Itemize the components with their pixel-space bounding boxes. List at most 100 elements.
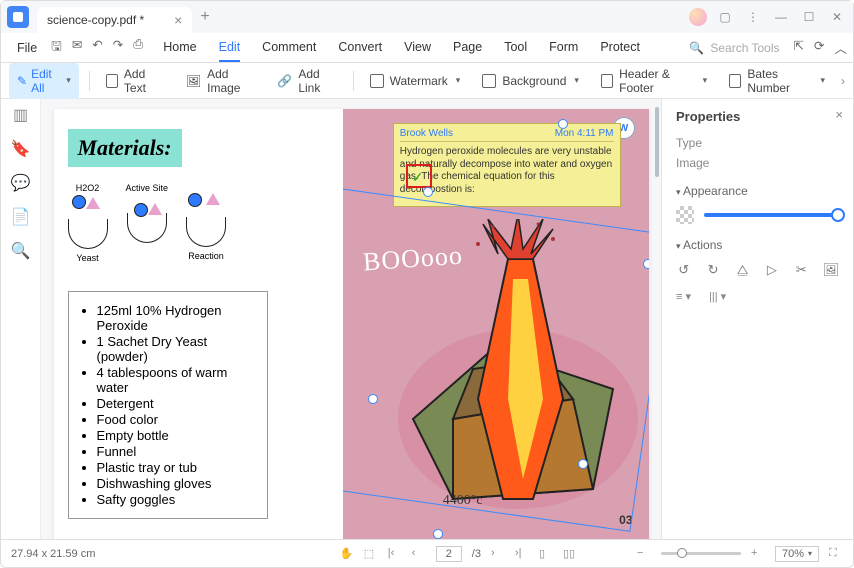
document-canvas[interactable]: ‹ Materials: H2O2 Yeast Active xyxy=(41,99,661,539)
page-right-column: W Brook Wells Mon 4:11 PM Hydrogen perox… xyxy=(343,109,649,539)
window-close-icon[interactable]: ✕ xyxy=(827,7,847,27)
add-image-button[interactable]: 🖼Add Image xyxy=(180,63,262,99)
zoom-thumb[interactable] xyxy=(677,548,687,558)
selection-handle[interactable] xyxy=(643,259,649,269)
share-icon[interactable]: ▢ xyxy=(715,7,735,27)
close-panel-icon[interactable]: × xyxy=(835,107,843,122)
page-left-column: Materials: H2O2 Yeast Active Site xyxy=(54,109,343,539)
assistant-orb-icon[interactable] xyxy=(689,8,707,26)
zoom-slider[interactable] xyxy=(661,552,741,555)
zoom-out-icon[interactable]: − xyxy=(637,547,651,561)
distribute-dropdown[interactable]: ||| ▾ xyxy=(709,290,726,303)
header-footer-button[interactable]: Header & Footer xyxy=(595,63,713,99)
rotate-left-icon[interactable]: ↺ xyxy=(676,262,691,278)
document-tab[interactable]: science-copy.pdf * × xyxy=(37,7,192,33)
search-tools[interactable]: 🔍 Search Tools xyxy=(689,41,779,55)
toolbar-more-icon[interactable]: › xyxy=(841,74,845,88)
selection-handle[interactable] xyxy=(433,529,443,539)
diagram-row: H2O2 Yeast Active Site xyxy=(68,183,329,263)
bates-icon xyxy=(729,74,741,88)
save-icon[interactable]: 🖫 xyxy=(51,37,62,58)
tab-page[interactable]: Page xyxy=(453,34,482,61)
tab-form[interactable]: Form xyxy=(549,34,578,61)
statusbar: 27.94 x 21.59 cm ✋ ⬚ |‹ ‹ 2 /3 › ›| ▯ ▯▯… xyxy=(1,539,853,567)
list-item: Plastic tray or tub xyxy=(97,460,253,475)
left-rail: ▥ 🔖 💬 📄 🔍 xyxy=(1,99,41,539)
list-item: 4 tablespoons of warm water xyxy=(97,365,253,395)
list-item: Safty goggles xyxy=(97,492,253,507)
bookmarks-icon[interactable]: 🔖 xyxy=(13,141,29,157)
window-minimize-icon[interactable]: — xyxy=(771,7,791,27)
page-input[interactable]: 2 xyxy=(436,546,462,562)
type-label: Type xyxy=(676,136,839,150)
crop-icon[interactable]: ✂ xyxy=(794,262,809,278)
type-value: Image xyxy=(676,156,839,170)
tab-protect[interactable]: Protect xyxy=(600,34,640,61)
image-selection-box[interactable] xyxy=(343,186,649,532)
kebab-menu-icon[interactable]: ⋮ xyxy=(743,7,763,27)
add-link-button[interactable]: 🔗Add Link xyxy=(271,63,342,99)
bates-number-button[interactable]: Bates Number xyxy=(723,63,831,99)
selection-handle[interactable] xyxy=(558,119,568,129)
tab-view[interactable]: View xyxy=(404,34,431,61)
tab-convert[interactable]: Convert xyxy=(338,34,382,61)
zoom-in-icon[interactable]: + xyxy=(751,547,765,561)
redo-icon[interactable]: ↷ xyxy=(113,37,123,58)
pdf-page: ‹ Materials: H2O2 Yeast Active xyxy=(54,109,649,539)
last-page-icon[interactable]: ›| xyxy=(515,547,529,561)
two-page-view-icon[interactable]: ▯▯ xyxy=(563,547,577,561)
hand-tool-icon[interactable]: ✋ xyxy=(340,547,354,561)
tab-comment[interactable]: Comment xyxy=(262,34,316,61)
thumbnails-icon[interactable]: ▥ xyxy=(13,107,29,123)
mail-icon[interactable]: ✉ xyxy=(72,37,82,58)
window-maximize-icon[interactable]: ☐ xyxy=(799,7,819,27)
cloud-icon[interactable]: ⟳ xyxy=(814,38,824,57)
select-tool-icon[interactable]: ⬚ xyxy=(364,547,378,561)
chevron-up-icon[interactable]: ︿ xyxy=(834,38,847,57)
new-tab-button[interactable]: + xyxy=(200,8,209,26)
appearance-section[interactable]: Appearance xyxy=(676,184,839,198)
open-external-icon[interactable]: ⇱ xyxy=(794,38,804,57)
prev-page-icon[interactable]: ‹ xyxy=(412,547,426,561)
attachments-icon[interactable]: 📄 xyxy=(13,209,29,225)
zoom-dropdown[interactable]: 70%▾ xyxy=(775,546,819,562)
selection-handle[interactable] xyxy=(368,394,378,404)
selection-handle[interactable] xyxy=(423,187,433,197)
tab-edit[interactable]: Edit xyxy=(219,34,241,62)
replace-image-icon[interactable]: 🖼 xyxy=(823,262,839,278)
titlebar: science-copy.pdf * × + ▢ ⋮ — ☐ ✕ xyxy=(1,1,853,33)
page-total: /3 xyxy=(472,548,481,560)
search-panel-icon[interactable]: 🔍 xyxy=(13,243,29,259)
watermark-button[interactable]: Watermark xyxy=(364,70,467,92)
selection-handle[interactable] xyxy=(578,459,588,469)
first-page-icon[interactable]: |‹ xyxy=(388,547,402,561)
note-time: Mon 4:11 PM xyxy=(555,128,614,139)
slider-thumb[interactable] xyxy=(831,208,845,222)
opacity-icon xyxy=(676,206,694,224)
fit-page-icon[interactable]: ⛶ xyxy=(829,547,843,561)
flip-horizontal-icon[interactable]: ▷ xyxy=(764,262,779,278)
undo-icon[interactable]: ↶ xyxy=(92,37,102,58)
actions-section[interactable]: Actions xyxy=(676,238,839,252)
background-button[interactable]: Background xyxy=(476,70,585,92)
properties-title: Properties xyxy=(676,109,839,124)
list-item: Empty bottle xyxy=(97,428,253,443)
single-page-view-icon[interactable]: ▯ xyxy=(539,547,553,561)
tab-home[interactable]: Home xyxy=(163,34,196,61)
file-menu[interactable]: File xyxy=(7,41,47,55)
scrollbar[interactable] xyxy=(655,107,659,177)
opacity-slider[interactable] xyxy=(676,206,839,224)
add-text-button[interactable]: Add Text xyxy=(100,63,170,99)
tab-tool[interactable]: Tool xyxy=(504,34,527,61)
rotate-right-icon[interactable]: ↻ xyxy=(705,262,720,278)
tab-filename: science-copy.pdf * xyxy=(47,13,144,27)
align-left-dropdown[interactable]: ≡ ▾ xyxy=(676,290,691,303)
print-icon[interactable]: ⎙ xyxy=(133,37,143,58)
edit-all-button[interactable]: ✎ Edit All xyxy=(9,63,79,99)
flip-vertical-icon[interactable]: ⧋ xyxy=(735,262,750,278)
list-item: Food color xyxy=(97,412,253,427)
close-tab-icon[interactable]: × xyxy=(174,12,182,28)
comments-icon[interactable]: 💬 xyxy=(13,175,29,191)
background-icon xyxy=(482,74,496,88)
next-page-icon[interactable]: › xyxy=(491,547,505,561)
